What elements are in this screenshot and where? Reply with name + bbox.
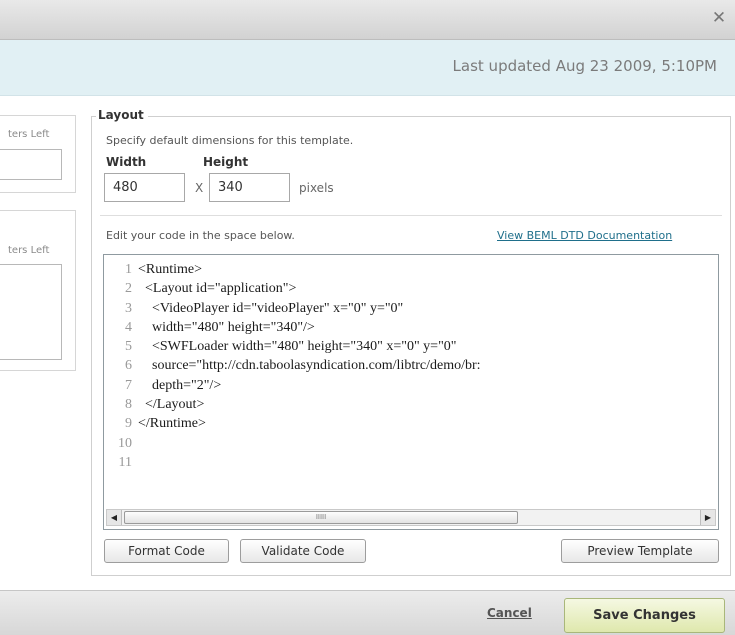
- code-editor-text-area[interactable]: 1 <Runtime> 2 <Layout id="application"> 3 <…: [104, 255, 718, 505]
- line-number: 11: [118, 454, 132, 470]
- code-text: <Layout id="application">: [138, 281, 297, 297]
- scroll-left-icon[interactable]: ◀: [107, 510, 122, 525]
- code-text: <VideoPlayer id="videoPlayer" x="0" y="0…: [138, 300, 404, 316]
- code-text: </Runtime>: [138, 416, 206, 432]
- dialog-title-bar: ✕: [0, 0, 735, 40]
- layout-description: Specify default dimensions for this temp…: [106, 134, 354, 147]
- dialog-footer: Cancel Save Changes: [0, 590, 735, 635]
- dimension-separator: X: [195, 181, 204, 195]
- width-input[interactable]: 480: [104, 173, 185, 202]
- code-line: 3 <VideoPlayer id="videoPlayer" x="0" y=…: [104, 299, 718, 318]
- beml-documentation-link[interactable]: View BEML DTD Documentation: [497, 229, 672, 242]
- preview-template-button[interactable]: Preview Template: [561, 539, 719, 563]
- width-label: Width: [106, 155, 147, 169]
- left-text-field-1[interactable]: [0, 149, 62, 180]
- code-text: <Runtime>: [138, 262, 203, 277]
- line-number: 5: [125, 339, 132, 355]
- close-icon[interactable]: ✕: [709, 8, 729, 28]
- info-bar: Last updated Aug 23 2009, 5:10PM: [0, 40, 735, 96]
- code-text: <SWFLoader width="480" height="340" x="0…: [138, 339, 457, 355]
- height-label: Height: [203, 155, 249, 169]
- line-number: 10: [118, 435, 132, 451]
- line-number: 8: [125, 397, 132, 413]
- line-number: 6: [125, 358, 132, 374]
- horizontal-scrollbar[interactable]: ◀ IIIII ▶: [106, 509, 716, 526]
- code-line: 11: [104, 453, 718, 472]
- code-line: 4 width="480" height="340"/>: [104, 318, 718, 337]
- last-updated-text: Last updated Aug 23 2009, 5:10PM: [452, 57, 717, 75]
- code-editor[interactable]: 1 <Runtime> 2 <Layout id="application"> 3 <…: [103, 254, 719, 530]
- characters-left-label: ters Left: [8, 245, 50, 256]
- line-number: 1: [125, 262, 132, 277]
- code-line: 2 <Layout id="application">: [104, 279, 718, 298]
- code-text: </Layout>: [138, 397, 205, 413]
- code-line: 7 depth="2"/>: [104, 376, 718, 395]
- code-line: 1 <Runtime>: [104, 260, 718, 279]
- code-text: source="http://cdn.taboolasyndication.co…: [138, 358, 481, 374]
- edit-code-hint: Edit your code in the space below.: [106, 229, 295, 242]
- code-line: 6 source="http://cdn.taboolasyndication.…: [104, 356, 718, 375]
- characters-left-label: ters Left: [8, 129, 50, 140]
- line-number: 2: [125, 281, 132, 297]
- left-panel-box-1: ters Left: [0, 115, 76, 193]
- code-line: 8 </Layout>: [104, 395, 718, 414]
- validate-code-button[interactable]: Validate Code: [240, 539, 366, 563]
- scrollbar-thumb[interactable]: IIIII: [124, 511, 518, 524]
- section-divider: [100, 215, 722, 216]
- height-input[interactable]: 340: [209, 173, 290, 202]
- left-panel-box-2: ters Left: [0, 210, 76, 371]
- pixels-unit-label: pixels: [299, 181, 334, 195]
- code-line: 10: [104, 434, 718, 453]
- format-code-button[interactable]: Format Code: [104, 539, 229, 563]
- left-text-area-2[interactable]: [0, 264, 62, 360]
- line-number: 7: [125, 377, 132, 393]
- code-text: depth="2"/>: [138, 377, 222, 393]
- line-number: 4: [125, 319, 132, 335]
- code-text: width="480" height="340"/>: [138, 319, 315, 335]
- layout-legend: Layout: [96, 108, 148, 122]
- scroll-right-icon[interactable]: ▶: [700, 510, 715, 525]
- line-number: 3: [125, 300, 132, 316]
- code-line: 9 </Runtime>: [104, 414, 718, 433]
- cancel-link[interactable]: Cancel: [487, 606, 532, 620]
- save-changes-button[interactable]: Save Changes: [564, 598, 725, 633]
- line-number: 9: [125, 416, 132, 432]
- code-line: 5 <SWFLoader width="480" height="340" x=…: [104, 337, 718, 356]
